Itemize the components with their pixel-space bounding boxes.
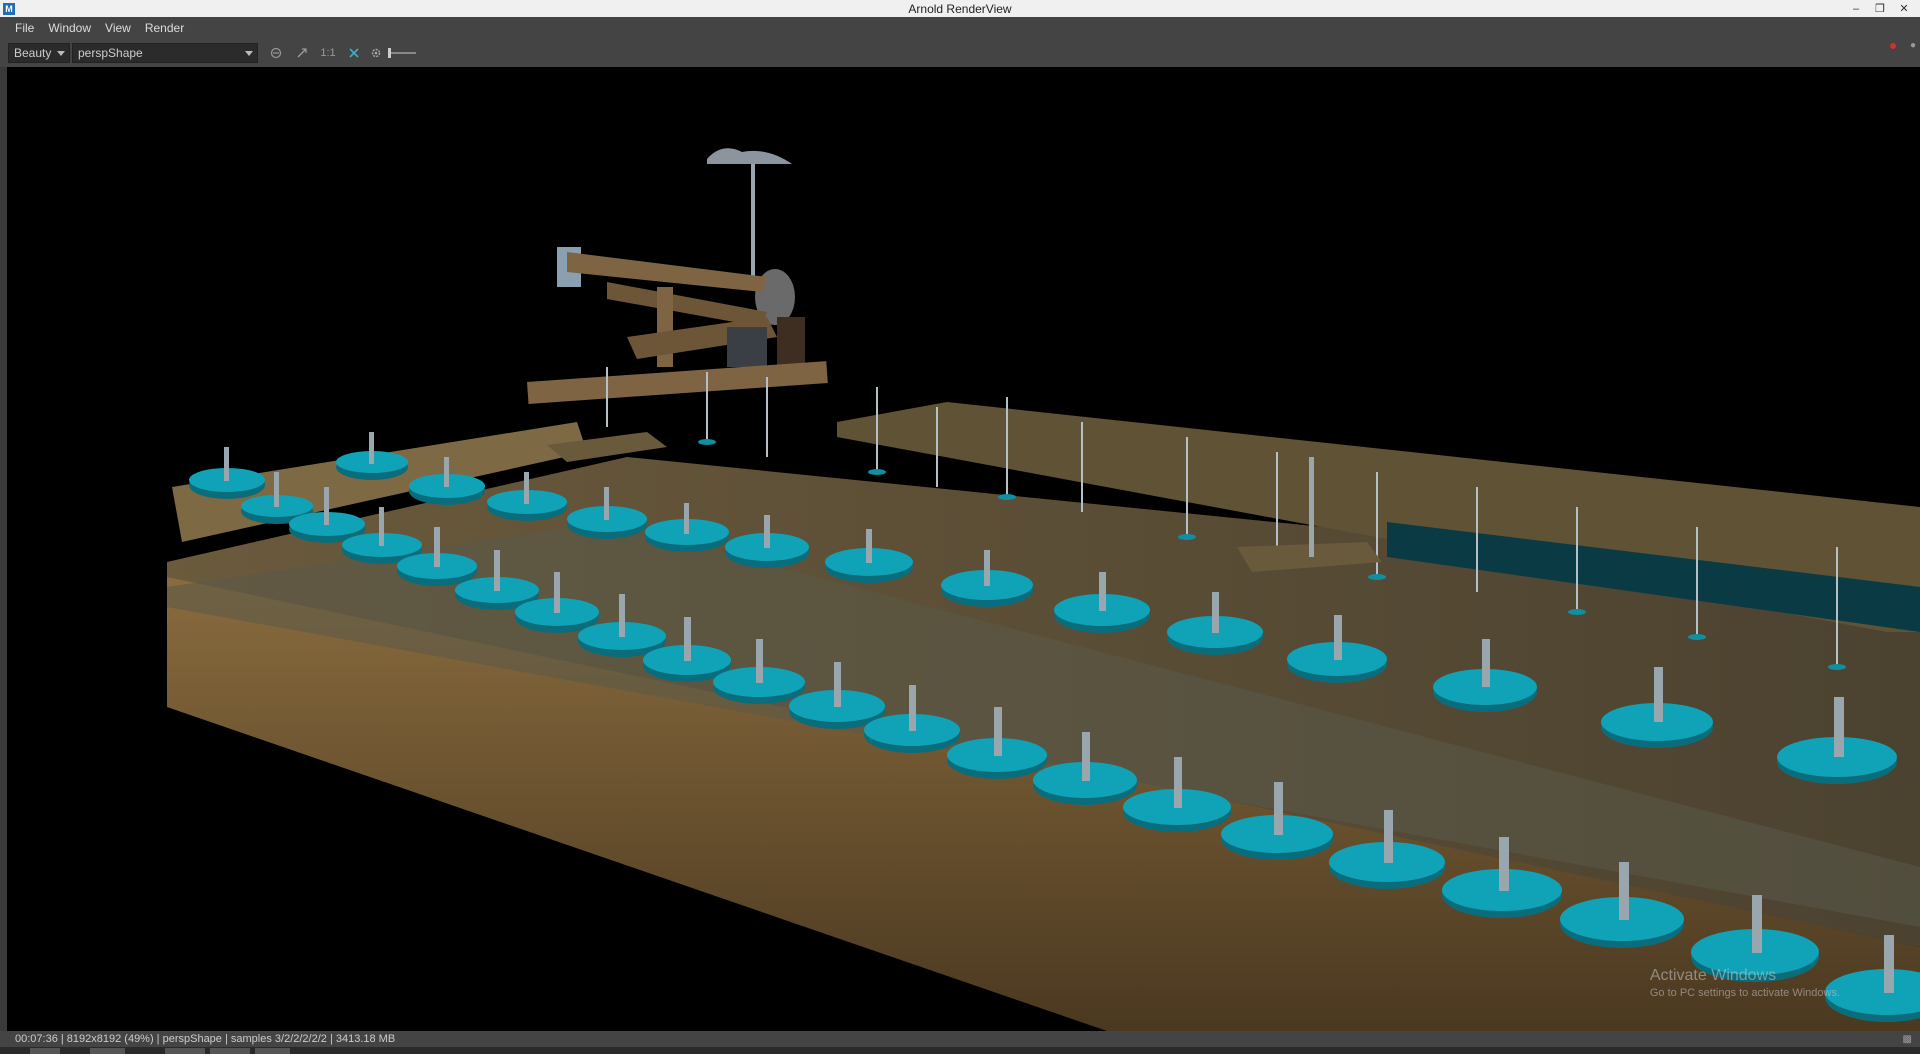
taskbar-item[interactable] — [165, 1048, 205, 1054]
render-toolbar: Beauty perspShape 1:1 — [0, 39, 1920, 67]
menu-render[interactable]: Render — [138, 21, 191, 35]
taskbar-item[interactable] — [255, 1048, 290, 1054]
taskbar-item[interactable] — [210, 1048, 250, 1054]
hammer-mechanism — [527, 148, 828, 404]
chevron-down-icon — [245, 50, 253, 56]
exposure-slider[interactable] — [388, 48, 416, 58]
left-panel-edge — [0, 67, 7, 1031]
minimize-button[interactable]: – — [1844, 0, 1868, 17]
render-viewport[interactable]: Activate Windows Go to PC settings to ac… — [7, 67, 1920, 1031]
taskbar-item[interactable] — [90, 1048, 125, 1054]
status-bar: 00:07:36 | 8192x8192 (49%) | perspShape … — [0, 1031, 1920, 1047]
render-image — [167, 148, 1920, 1031]
close-button[interactable]: ✕ — [1892, 0, 1916, 17]
snapshot-icon[interactable]: ● — [1910, 40, 1916, 51]
menu-file[interactable]: File — [8, 21, 41, 35]
gear-icon[interactable] — [366, 43, 386, 63]
aov-value: Beauty — [14, 46, 52, 60]
watermark-title: Activate Windows — [1649, 967, 1777, 984]
activate-windows-watermark: Activate Windows Go to PC settings to ac… — [1650, 967, 1840, 999]
watermark-subtitle: Go to PC settings to activate Windows. — [1649, 987, 1840, 999]
window-title: Arnold RenderView — [908, 1, 1012, 16]
slider-track — [388, 52, 416, 54]
restore-button[interactable]: ❒ — [1868, 0, 1892, 17]
window-controls: – ❒ ✕ — [1844, 0, 1916, 17]
render-status-indicator — [1890, 43, 1896, 49]
camera-dropdown[interactable]: perspShape — [72, 43, 258, 63]
camera-value: perspShape — [78, 46, 143, 60]
render-status-text: 00:07:36 | 8192x8192 (49%) | perspShape … — [15, 1033, 396, 1045]
one-to-one-icon[interactable]: 1:1 — [318, 43, 338, 63]
title-bar: M Arnold RenderView – ❒ ✕ — [0, 0, 1920, 17]
maya-app-icon: M — [3, 2, 15, 15]
chevron-down-icon — [57, 50, 66, 56]
aov-dropdown[interactable]: Beauty — [8, 43, 70, 63]
taskbar-item[interactable] — [30, 1048, 60, 1054]
menu-view[interactable]: View — [98, 21, 138, 35]
menu-window[interactable]: Window — [41, 21, 98, 35]
crop-icon[interactable] — [344, 43, 364, 63]
os-taskbar — [0, 1047, 1920, 1054]
slider-knob[interactable] — [388, 48, 391, 58]
refresh-icon[interactable] — [266, 43, 286, 63]
expand-icon[interactable] — [292, 43, 312, 63]
resize-grip-icon[interactable]: ▩ — [1903, 1034, 1912, 1045]
menu-bar: File Window View Render — [0, 17, 1920, 39]
